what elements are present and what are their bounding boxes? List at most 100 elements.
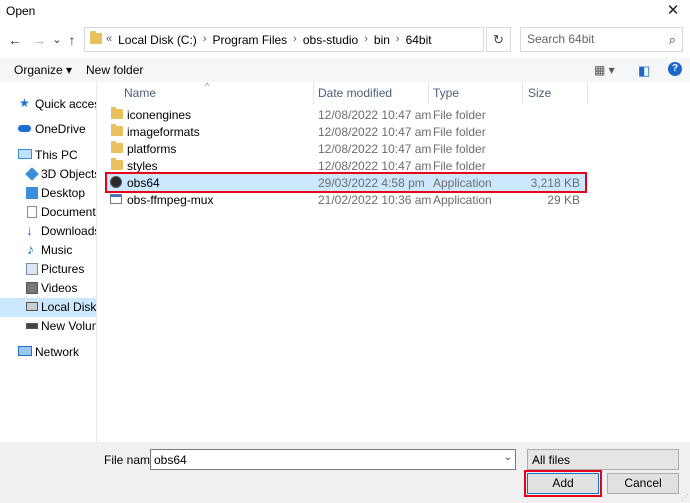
chevron-right-icon[interactable]: › — [203, 33, 207, 47]
column-header-date[interactable]: Date modified — [318, 86, 392, 100]
add-button[interactable]: Add — [524, 470, 602, 497]
breadcrumb-local-disk[interactable]: Local Disk (C:) — [118, 33, 197, 47]
filename-field[interactable] — [154, 452, 484, 467]
file-type: File folder — [433, 108, 486, 122]
navigation-pane: ★ Quick access OneDrive This PC 3D Objec… — [0, 82, 96, 442]
breadcrumb-obs-studio[interactable]: obs-studio — [303, 33, 358, 47]
file-type: Application — [433, 176, 492, 190]
back-arrow-icon[interactable]: ← — [6, 31, 24, 49]
column-header-row: ^ Name Date modified Type Size — [97, 81, 690, 104]
sidebar-item-label: Pictures — [41, 262, 85, 276]
navigation-bar: ← → ⌄ ↑ « Local Disk (C:) › Program File… — [0, 22, 690, 58]
file-list: ^ Name Date modified Type Size iconengin… — [97, 81, 690, 442]
command-bar: Organize ▾ New folder ▦ ▾ ◧ ? — [0, 58, 690, 82]
file-row[interactable]: platforms 12/08/2022 10:47 am File folde… — [107, 140, 585, 157]
sidebar-item-3d-objects[interactable]: 3D Objects — [0, 165, 96, 184]
file-type: File folder — [433, 159, 486, 173]
sidebar-item-label: Local Disk (C — [41, 300, 96, 314]
drive-icon — [26, 323, 38, 329]
breadcrumb-64bit[interactable]: 64bit — [406, 33, 432, 47]
sidebar-item-label: Network — [35, 345, 80, 359]
network-icon — [18, 346, 32, 356]
file-row-selected[interactable]: obs64 29/03/2022 4:58 pm Application 3,2… — [105, 172, 587, 193]
breadcrumb-program-files[interactable]: Program Files — [212, 33, 287, 47]
refresh-icon[interactable]: ↻ — [486, 27, 511, 52]
desktop-icon — [26, 187, 38, 199]
search-icon[interactable]: ⌕ — [669, 32, 676, 48]
organize-button[interactable]: Organize ▾ — [14, 63, 72, 77]
sidebar-item-label: New Volume — [41, 319, 96, 333]
sidebar-item-desktop[interactable]: Desktop — [0, 184, 96, 203]
search-input[interactable] — [527, 31, 657, 47]
resize-grip-icon[interactable]: ⋰ — [681, 493, 689, 502]
folder-icon — [111, 158, 123, 170]
sidebar-item-local-disk[interactable]: Local Disk (C — [0, 298, 96, 317]
sidebar-item-label: This PC — [35, 148, 78, 162]
file-type: File folder — [433, 125, 486, 139]
column-divider[interactable] — [587, 82, 588, 104]
file-size: 29 KB — [547, 193, 580, 207]
star-icon: ★ — [19, 96, 30, 110]
filename-combobox[interactable]: ⌄ — [150, 449, 516, 470]
breadcrumb-overflow[interactable]: « — [106, 33, 112, 47]
cloud-icon — [18, 125, 31, 132]
sidebar-item-downloads[interactable]: ↓ Downloads — [0, 222, 96, 241]
sidebar-item-videos[interactable]: Videos — [0, 279, 96, 298]
address-bar[interactable]: « Local Disk (C:) › Program Files › obs-… — [84, 27, 559, 52]
change-view-icon[interactable]: ▦ ▾ — [594, 63, 615, 77]
video-icon — [26, 282, 38, 294]
column-header-name[interactable]: Name — [124, 86, 156, 100]
file-date: 21/02/2022 10:36 am — [318, 193, 432, 207]
close-icon[interactable]: ✕ — [656, 0, 690, 22]
column-header-type[interactable]: Type — [433, 86, 459, 100]
file-date: 12/08/2022 10:47 am — [318, 159, 432, 173]
sidebar-item-quick-access[interactable]: ★ Quick access — [0, 95, 96, 114]
file-size: 3,218 KB — [530, 176, 580, 190]
sidebar-item-music[interactable]: ♪ Music — [0, 241, 96, 260]
up-arrow-icon[interactable]: ↑ — [63, 31, 81, 49]
file-date: 12/08/2022 10:47 am — [318, 108, 432, 122]
file-type: Application — [433, 193, 492, 207]
file-name: iconengines — [127, 108, 192, 122]
file-type: File folder — [433, 142, 486, 156]
file-row[interactable]: obs-ffmpeg-mux 21/02/2022 10:36 am Appli… — [107, 191, 585, 208]
file-row[interactable]: styles 12/08/2022 10:47 am File folder — [107, 157, 585, 174]
monitor-icon — [18, 149, 32, 159]
cancel-button[interactable]: Cancel — [607, 473, 679, 494]
breadcrumb-bin[interactable]: bin — [374, 33, 390, 47]
sidebar-item-network[interactable]: Network — [0, 343, 96, 362]
drive-icon — [26, 302, 38, 311]
sidebar-item-label: 3D Objects — [41, 167, 96, 181]
search-box[interactable]: ⌕ — [520, 27, 683, 52]
folder-icon — [111, 107, 123, 119]
column-divider[interactable] — [522, 82, 523, 104]
file-row[interactable]: iconengines 12/08/2022 10:47 am File fol… — [107, 106, 585, 123]
sort-ascending-icon: ^ — [205, 81, 210, 91]
column-header-size[interactable]: Size — [528, 86, 551, 100]
sidebar-item-onedrive[interactable]: OneDrive — [0, 120, 96, 139]
file-name: obs-ffmpeg-mux — [127, 193, 214, 207]
file-name: styles — [127, 159, 158, 173]
column-divider[interactable] — [313, 82, 314, 104]
forward-arrow-icon[interactable]: → — [30, 31, 48, 49]
chevron-right-icon[interactable]: › — [396, 33, 400, 47]
folder-icon — [90, 31, 102, 44]
sidebar-item-this-pc[interactable]: This PC — [0, 146, 96, 165]
chevron-down-icon[interactable]: ⌄ — [504, 452, 512, 463]
filetype-select[interactable]: All files ⌄ — [527, 449, 679, 470]
new-folder-button[interactable]: New folder — [86, 63, 143, 77]
chevron-right-icon[interactable]: › — [364, 33, 368, 47]
sidebar-item-pictures[interactable]: Pictures — [0, 260, 96, 279]
file-row[interactable]: imageformats 12/08/2022 10:47 am File fo… — [107, 123, 585, 140]
folder-icon — [111, 124, 123, 136]
sidebar-item-documents[interactable]: Documents — [0, 203, 96, 222]
chevron-right-icon[interactable]: › — [293, 33, 297, 47]
sidebar-item-label: Videos — [41, 281, 78, 295]
file-date: 12/08/2022 10:47 am — [318, 125, 432, 139]
picture-icon — [26, 263, 38, 275]
application-icon — [110, 194, 122, 204]
preview-pane-icon[interactable]: ◧ — [638, 63, 650, 79]
help-icon[interactable]: ? — [668, 62, 682, 76]
sidebar-item-new-volume[interactable]: New Volume — [0, 317, 96, 336]
column-divider[interactable] — [428, 82, 429, 104]
